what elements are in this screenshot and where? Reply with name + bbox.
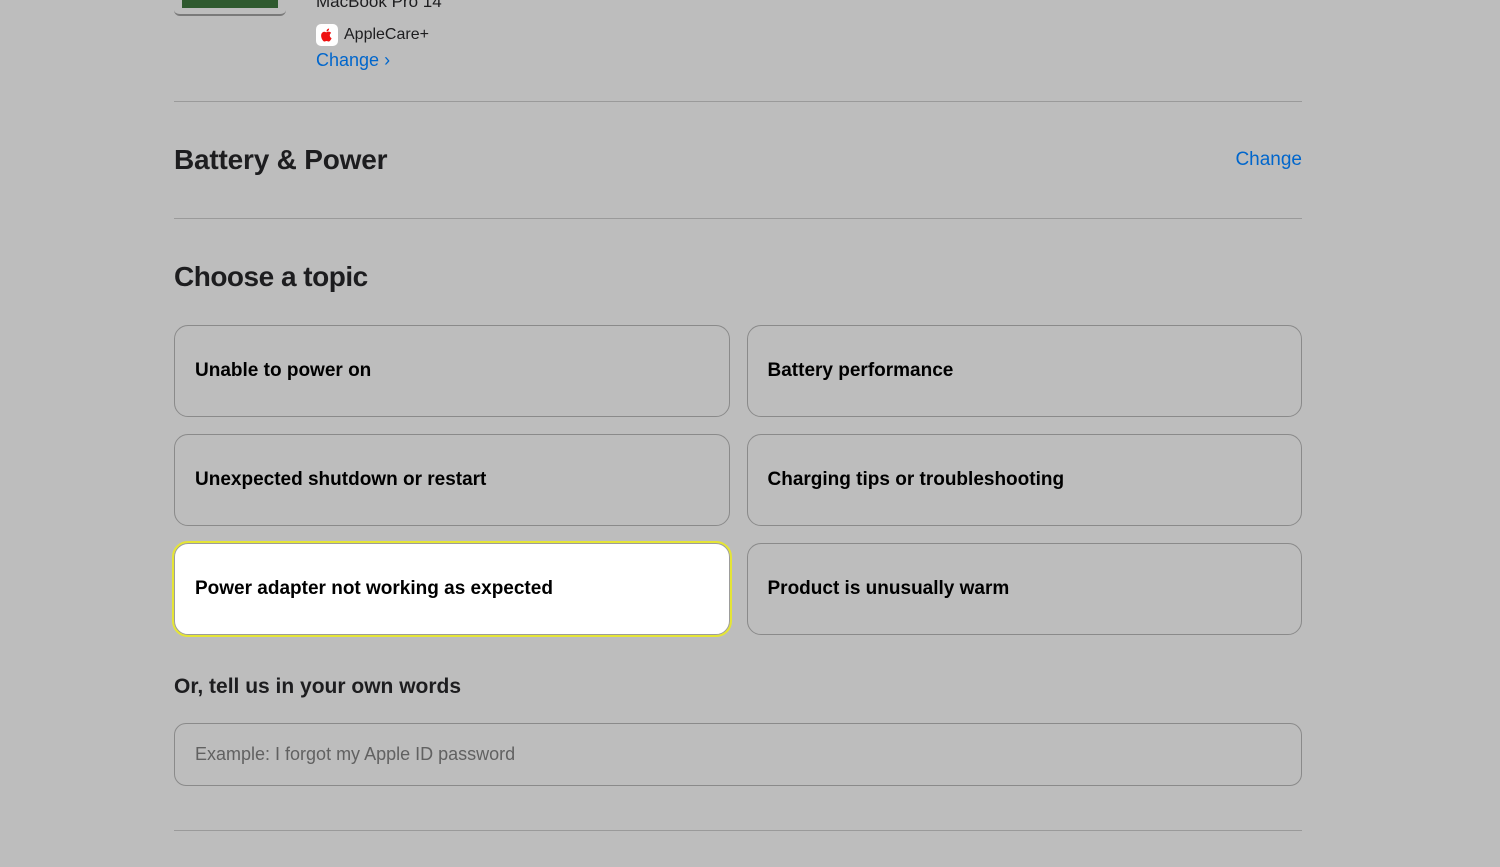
own-words-heading: Or, tell us in your own words (174, 675, 1302, 699)
topic-button[interactable]: Product is unusually warm (747, 543, 1303, 635)
topic-grid: Unable to power onBattery performanceUne… (174, 325, 1302, 635)
divider (174, 218, 1302, 219)
applecare-label: AppleCare+ (344, 26, 429, 44)
product-title: MacBook Pro 14" (316, 0, 448, 12)
section-title: Battery & Power (174, 144, 387, 176)
applecare-row: AppleCare+ (316, 24, 448, 46)
change-product-link[interactable]: Change (316, 50, 448, 71)
topic-button[interactable]: Charging tips or troubleshooting (747, 434, 1303, 526)
own-words-input[interactable] (174, 723, 1302, 786)
apple-logo-icon (316, 24, 338, 46)
product-image-macbook (174, 0, 286, 16)
change-section-link[interactable]: Change (1235, 149, 1302, 171)
topic-button[interactable]: Battery performance (747, 325, 1303, 417)
topic-button[interactable]: Unexpected shutdown or restart (174, 434, 730, 526)
divider (174, 830, 1302, 831)
topic-button[interactable]: Unable to power on (174, 325, 730, 417)
product-summary: MacBook Pro 14" AppleCare+ Change (174, 0, 1302, 101)
topic-button[interactable]: Power adapter not working as expected (174, 543, 730, 635)
choose-topic-heading: Choose a topic (174, 261, 1302, 293)
